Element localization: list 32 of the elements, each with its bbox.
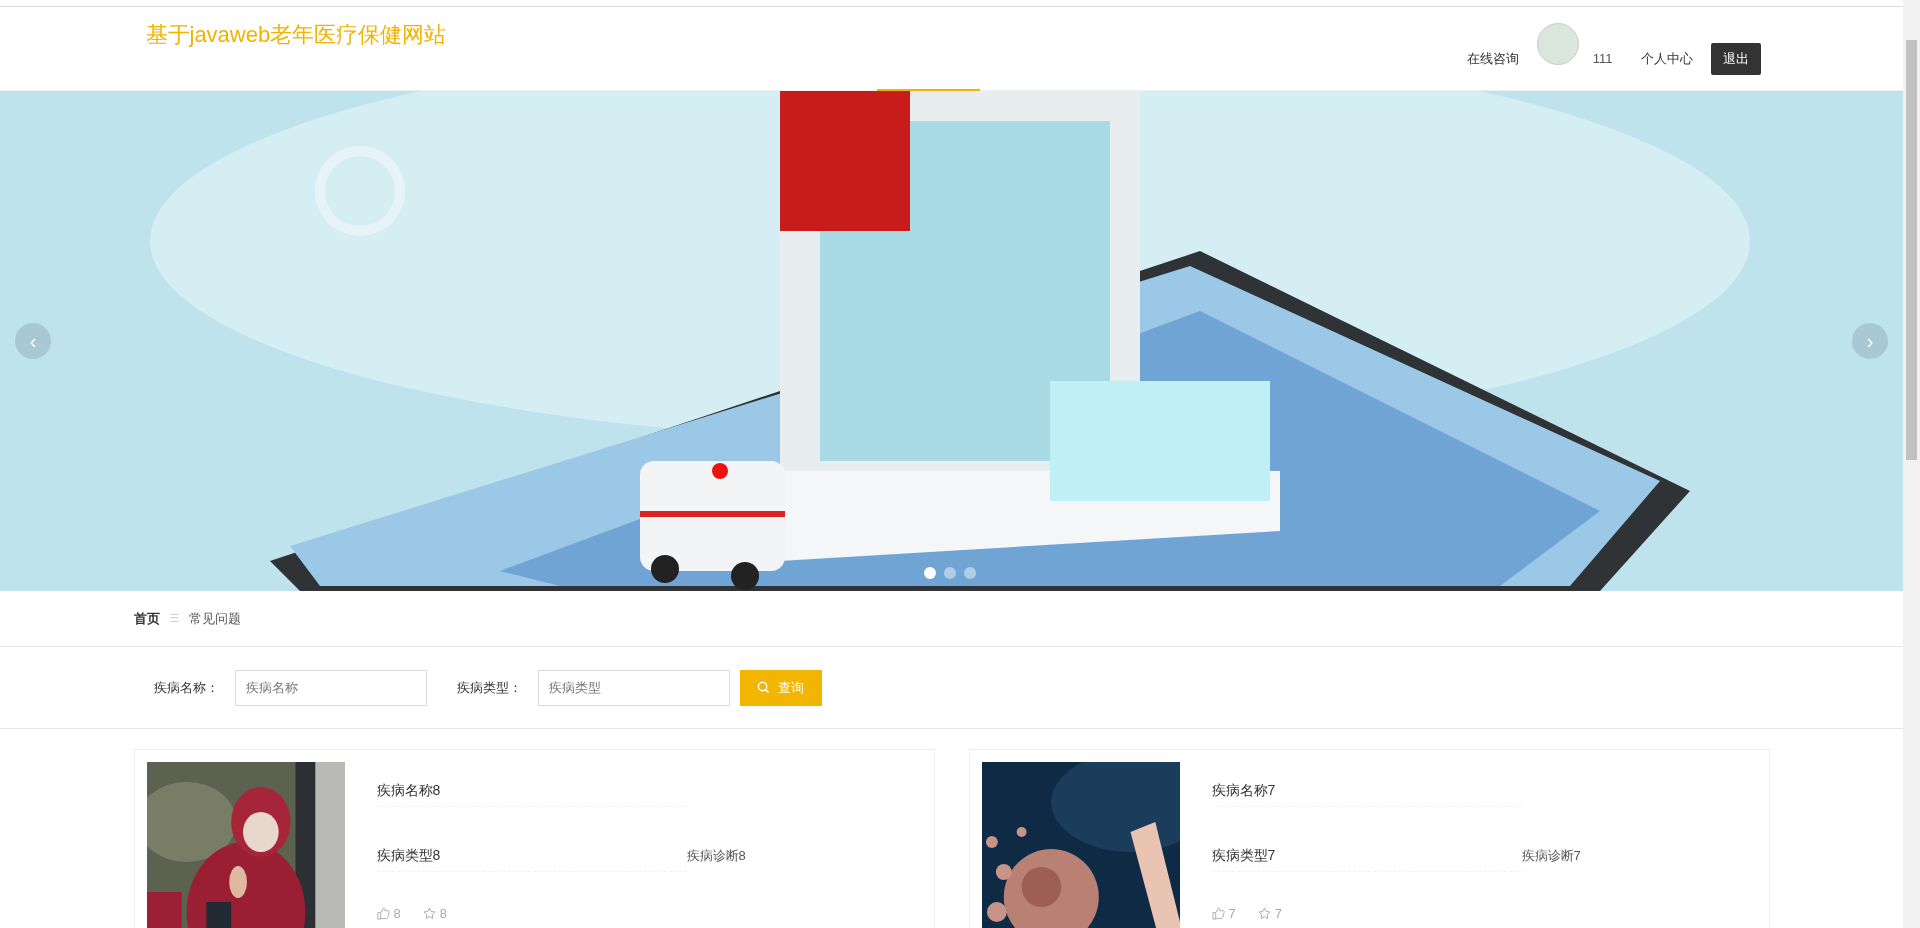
favorite-count: 7 — [1274, 906, 1282, 921]
thumbs-up-icon — [1211, 907, 1225, 920]
disease-card[interactable]: 疾病名称8 疾病类型8 疾病诊断8 8 8 — [133, 749, 935, 928]
breadcrumb-current: 常见问题 — [189, 609, 242, 628]
search-field[interactable]: 疾病名称 — [234, 669, 427, 706]
scrollbar[interactable] — [1903, 0, 1920, 928]
breadcrumb-link[interactable]: 首页 — [133, 609, 160, 628]
like-count: 7 — [1228, 906, 1236, 921]
disease-name: 疾病名称8 — [376, 782, 441, 798]
field-label: 疾病名称： — [153, 678, 219, 697]
disease-type: 疾病类型8 — [376, 847, 687, 872]
like-count: 8 — [393, 906, 401, 921]
search-field[interactable]: 疾病类型 — [537, 669, 730, 706]
username: 111 — [1592, 51, 1613, 66]
logout-button[interactable]: 退出 — [1710, 42, 1761, 75]
favorite-count: 8 — [439, 906, 447, 921]
search-icon — [757, 681, 770, 694]
disease-diagnosis: 疾病诊断7 — [1521, 847, 1581, 865]
disease-type: 疾病类型7 — [1211, 847, 1522, 872]
field-label: 疾病类型： — [456, 678, 522, 697]
disease-diagnosis: 疾病诊断8 — [686, 847, 746, 865]
thumbs-up-icon — [376, 907, 390, 920]
disease-card[interactable]: 疾病名称7 疾病类型7 疾病诊断7 7 7 — [968, 749, 1770, 928]
star-icon — [422, 907, 436, 920]
breadcrumb-separator: ☰ — [169, 612, 180, 625]
site-title: 基于javaweb老年医疗保健网站 — [145, 20, 447, 49]
nav-link[interactable]: 个人中心 — [1640, 49, 1693, 68]
nav-link[interactable]: 在线咨询 — [1466, 49, 1519, 68]
star-icon — [1257, 907, 1271, 920]
carousel-dot[interactable] — [964, 567, 976, 579]
carousel-dot[interactable] — [944, 567, 956, 579]
disease-name: 疾病名称7 — [1211, 782, 1276, 798]
